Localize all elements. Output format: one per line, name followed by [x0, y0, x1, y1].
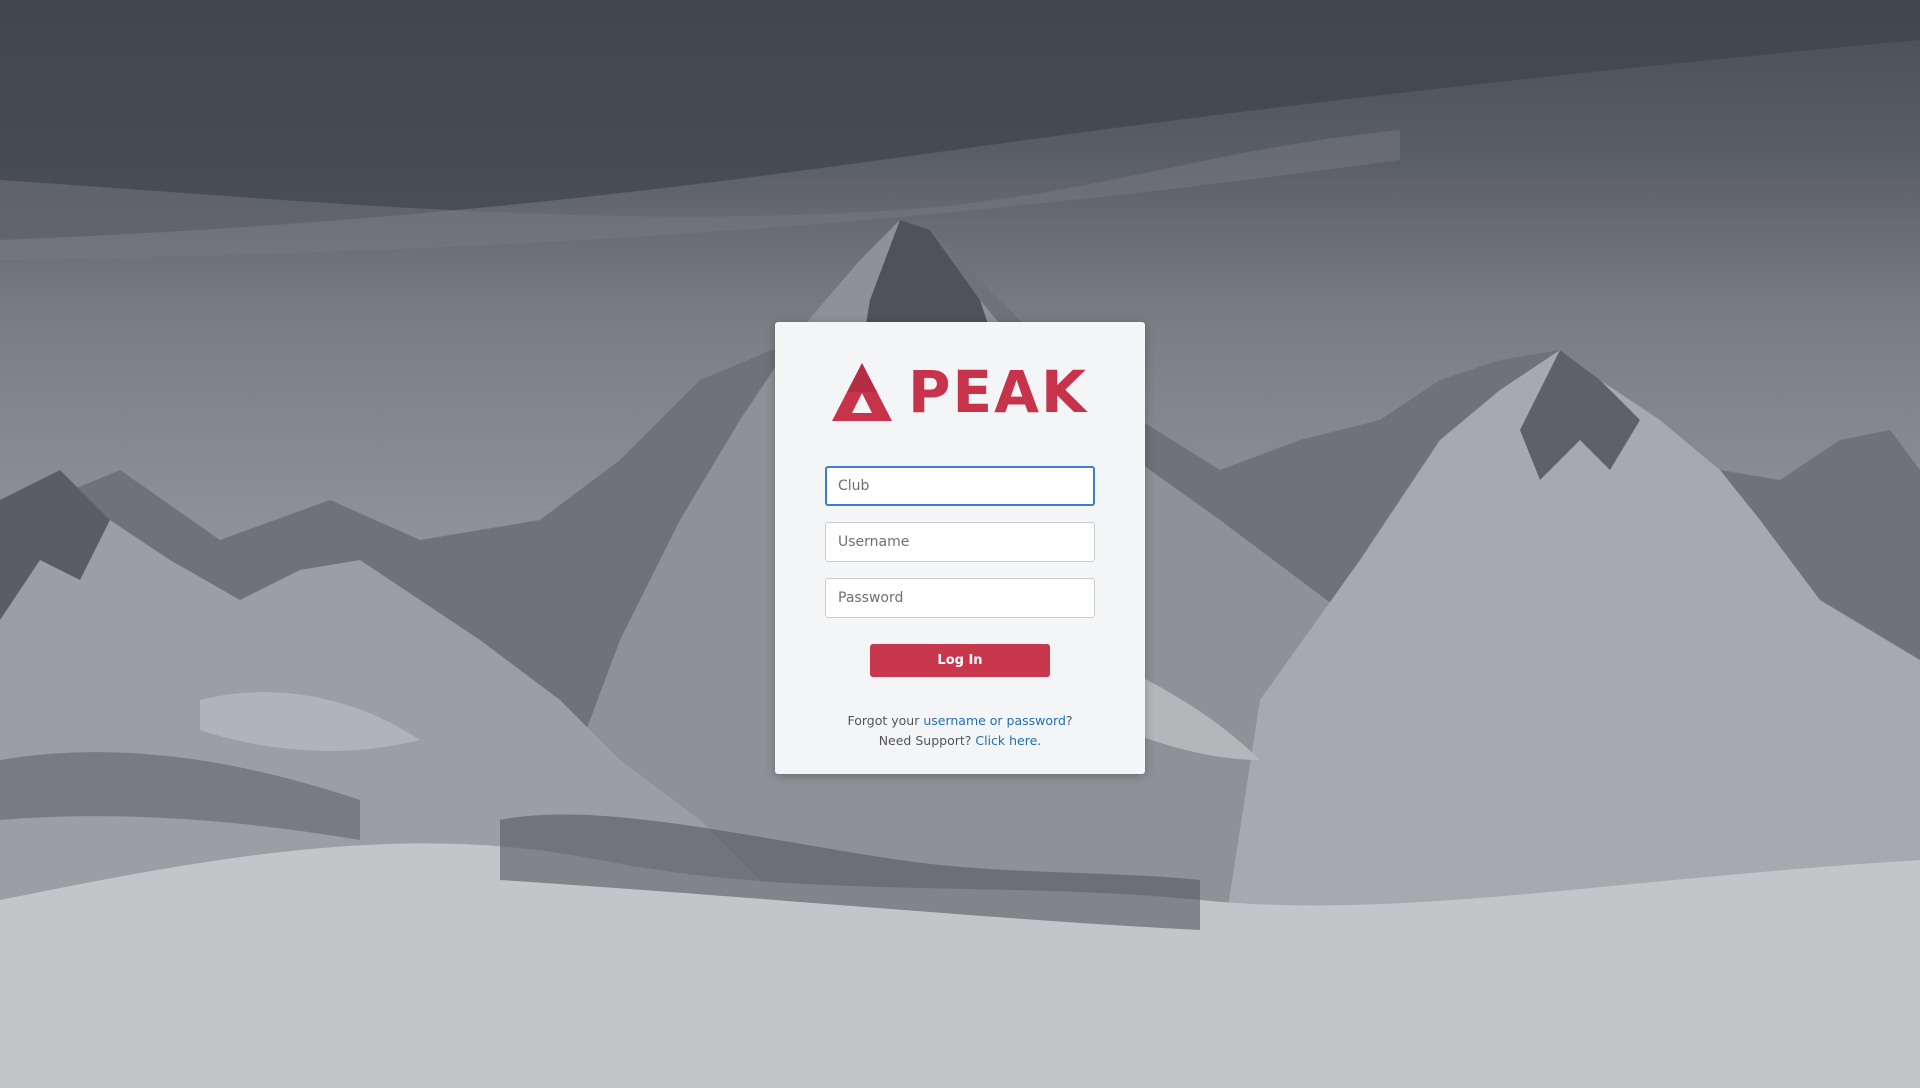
login-page: PEAK Log In Forgot your username or pass…: [0, 0, 1920, 1088]
password-input[interactable]: [825, 578, 1095, 618]
forgot-credentials-link[interactable]: username or password: [923, 713, 1066, 728]
forgot-suffix: ?: [1065, 713, 1073, 728]
triangle-mountain-icon: [832, 363, 892, 421]
login-card: PEAK Log In Forgot your username or pass…: [775, 322, 1145, 774]
forgot-prefix: Forgot your: [847, 713, 924, 728]
forgot-credentials-text: Forgot your username or password?: [775, 713, 1145, 728]
support-link[interactable]: Click here.: [975, 733, 1041, 748]
username-input[interactable]: [825, 522, 1095, 562]
login-button[interactable]: Log In: [870, 644, 1050, 677]
support-text: Need Support? Click here.: [775, 733, 1145, 748]
club-input[interactable]: [825, 466, 1095, 506]
support-prefix: Need Support?: [878, 733, 976, 748]
brand-name: PEAK: [908, 358, 1088, 426]
brand-logo: PEAK: [832, 362, 1092, 422]
